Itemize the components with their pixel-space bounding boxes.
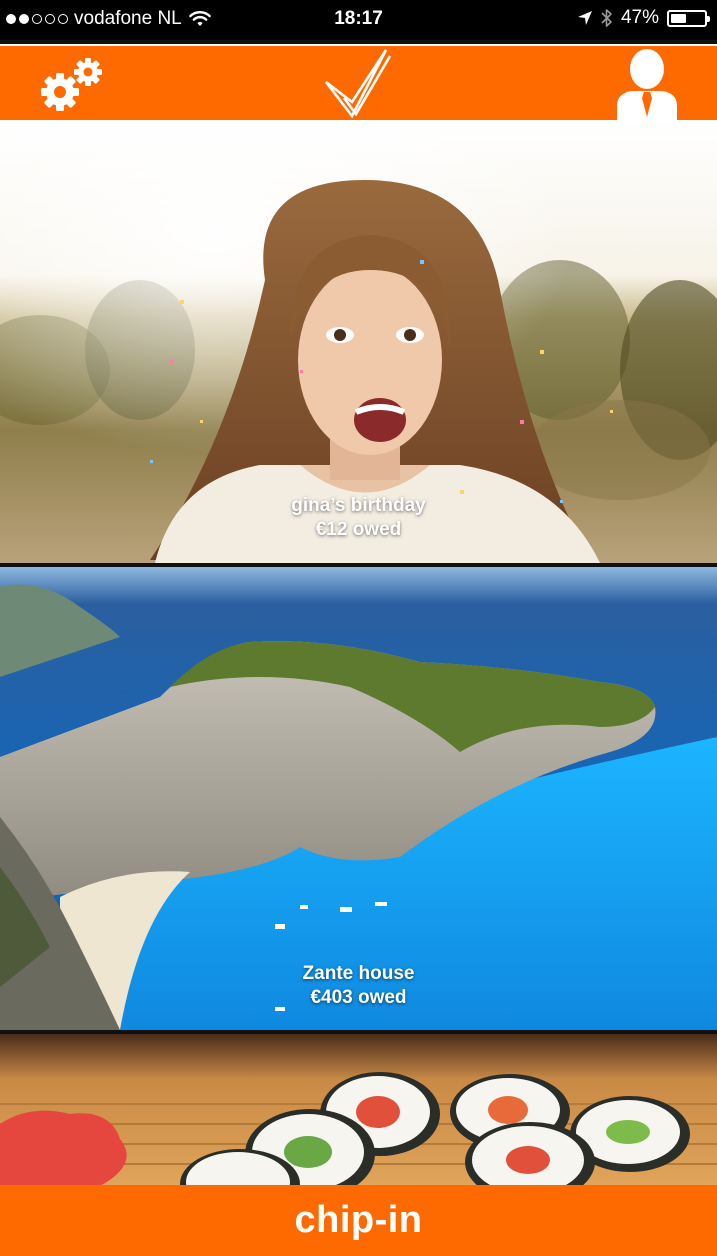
settings-gears-icon: [41, 58, 102, 111]
event-amount-owed: €403 owed: [310, 987, 407, 1008]
event-card[interactable]: [0, 1034, 717, 1186]
event-card[interactable]: gina’s birthday €12 owed: [0, 120, 717, 563]
battery-icon: [667, 9, 710, 27]
bluetooth-icon: [601, 9, 612, 27]
bottom-brand-bar: chip-in: [0, 1185, 717, 1256]
battery-fill: [671, 13, 687, 23]
sushi-photo: [0, 1034, 717, 1186]
profile-button[interactable]: [614, 48, 680, 120]
profile-user-icon: [617, 49, 677, 120]
home-logo-button[interactable]: [322, 46, 394, 120]
top-navbar: [0, 44, 717, 120]
status-bar: vodafone NL 18:17 47%: [0, 0, 717, 40]
event-title: gina’s birthday: [291, 495, 426, 516]
event-card[interactable]: Zante house €403 owed: [0, 567, 717, 1030]
zante-photo: [0, 567, 717, 1030]
app-brand-name: chip-in: [294, 1199, 423, 1241]
event-title: Zante house: [302, 963, 415, 984]
status-bar-right: 47%: [577, 7, 710, 29]
event-caption: Zante house €403 owed: [0, 962, 717, 1010]
settings-button[interactable]: [38, 52, 108, 116]
battery-percent: 47%: [620, 7, 659, 28]
double-check-logo-icon: [324, 49, 392, 119]
location-arrow-icon: [577, 11, 592, 25]
event-caption: gina’s birthday €12 owed: [0, 494, 717, 542]
app-screen: vodafone NL 18:17 47% gina’s birthday €1…: [0, 0, 717, 1256]
event-amount-owed: €12 owed: [315, 519, 402, 540]
